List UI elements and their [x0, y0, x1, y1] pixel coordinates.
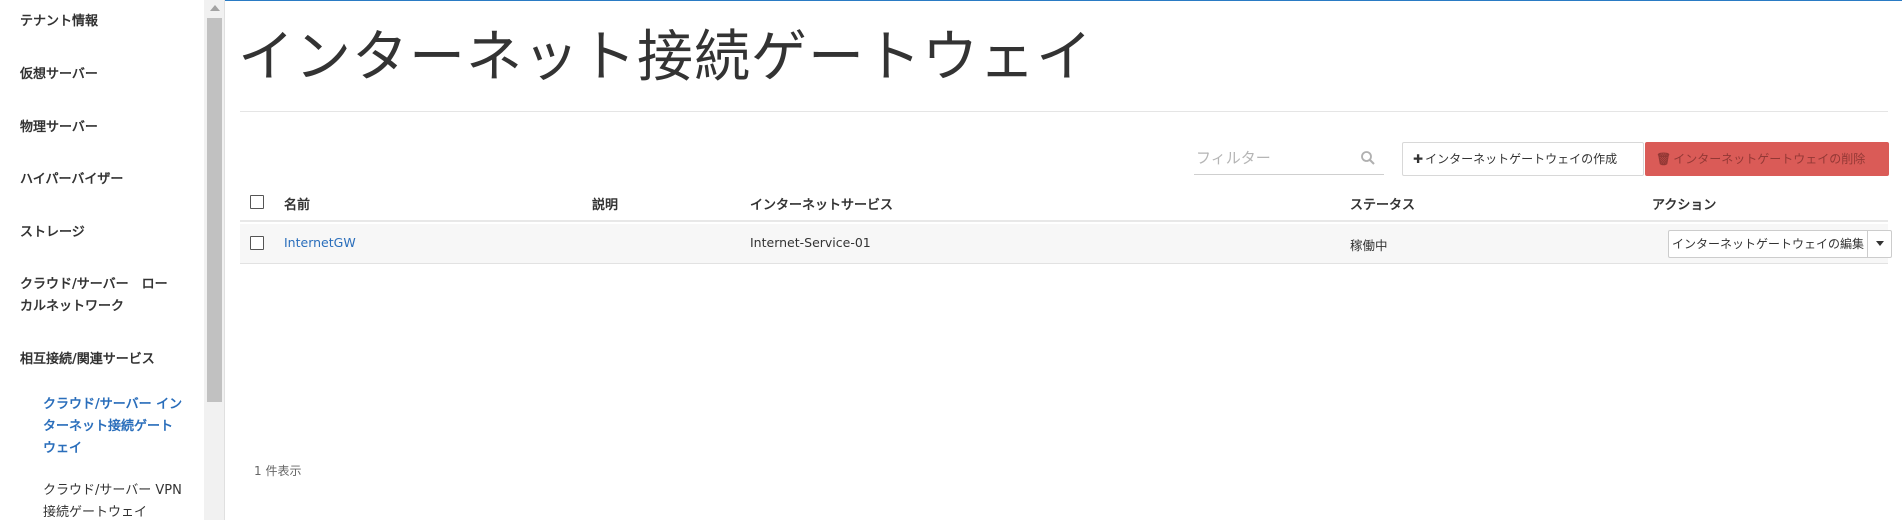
sidebar-item-virtual-server[interactable]: 仮想サーバー: [20, 64, 180, 86]
delete-gateway-button[interactable]: 🗑 インターネットゲートウェイの削除: [1645, 142, 1889, 176]
gateway-name-link[interactable]: InternetGW: [284, 235, 356, 250]
gateway-status: 稼働中: [1350, 238, 1388, 253]
gateway-internet-service: Internet-Service-01: [750, 235, 871, 250]
main-content: インターネット接続ゲートウェイ ✚インターネットゲートウェイの作成 🗑インターネ…: [226, 0, 1902, 520]
column-header-internet-service[interactable]: インターネットサービス: [750, 194, 893, 213]
page-title: インターネット接続ゲートウェイ: [238, 25, 1093, 90]
filter-input[interactable]: [1194, 143, 1354, 173]
title-divider: [240, 111, 1888, 112]
sidebar-scrollbar[interactable]: [204, 0, 225, 520]
delete-gateway-label: インターネットゲートウェイの削除: [1673, 152, 1866, 166]
sidebar-item-interconnect[interactable]: 相互接続/関連サービス: [20, 349, 180, 371]
sidebar-item-tenant-info[interactable]: テナント情報: [20, 11, 180, 33]
row-action-split-button: インターネットゲートウェイの編集: [1668, 230, 1892, 258]
column-header-action: アクション: [1652, 198, 1717, 213]
sidebar-subitem-internet-gateway[interactable]: クラウド/サーバー インターネット接続ゲートウェイ: [43, 394, 183, 460]
select-all-checkbox[interactable]: [250, 195, 264, 209]
table-header: 名前 説明 インターネットサービス ステータス アクション: [240, 186, 1888, 222]
row-checkbox[interactable]: [250, 236, 264, 250]
edit-gateway-button[interactable]: インターネットゲートウェイの編集: [1669, 231, 1868, 257]
create-gateway-label: インターネットゲートウェイの作成: [1425, 152, 1618, 166]
trash-icon: 🗑: [1656, 152, 1672, 166]
table-row: InternetGW Internet-Service-01 稼働中 インターネ…: [240, 224, 1892, 264]
plus-icon: ✚: [1413, 152, 1424, 166]
item-count: 1 件表示: [254, 464, 302, 478]
sidebar-item-hypervisor[interactable]: ハイパーバイザー: [20, 169, 180, 191]
sidebar-nav: テナント情報 仮想サーバー 物理サーバー ハイパーバイザー ストレージ クラウド…: [0, 0, 204, 520]
chevron-down-icon[interactable]: [1876, 241, 1884, 246]
sidebar-item-physical-server[interactable]: 物理サーバー: [20, 117, 180, 139]
scroll-up-arrow-icon[interactable]: [210, 5, 220, 11]
sidebar-item-local-network[interactable]: クラウド/サーバー ローカルネットワーク: [20, 274, 178, 318]
filter-box: [1194, 143, 1384, 175]
sidebar-item-storage[interactable]: ストレージ: [20, 222, 180, 244]
scrollbar-thumb[interactable]: [207, 18, 222, 402]
column-header-name[interactable]: 名前: [284, 194, 310, 213]
column-header-status[interactable]: ステータス: [1350, 194, 1415, 213]
create-gateway-button[interactable]: ✚ インターネットゲートウェイの作成: [1402, 142, 1644, 176]
search-icon[interactable]: [1360, 150, 1376, 166]
sidebar-subitem-vpn-gateway[interactable]: クラウド/サーバー VPN接続ゲートウェイ: [43, 480, 183, 520]
column-header-description[interactable]: 説明: [592, 194, 618, 213]
